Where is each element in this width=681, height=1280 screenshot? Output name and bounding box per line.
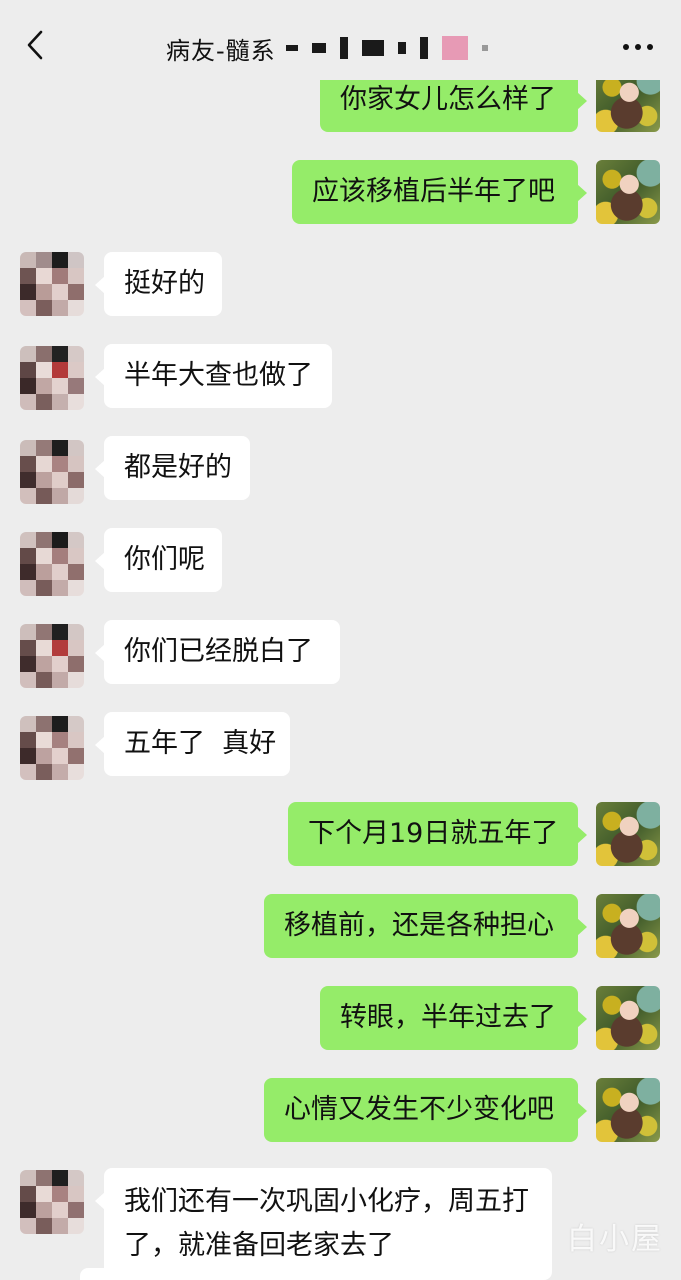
- chat-title-area: 病友-髓系: [166, 30, 488, 66]
- message-bubble-received[interactable]: 五年了 真好: [95, 712, 290, 776]
- watermark: 白小屋: [567, 1222, 663, 1257]
- message-bubble-received[interactable]: 挺好的: [95, 252, 222, 316]
- message-bubble-sent[interactable]: 应该移植后半年了吧: [292, 160, 587, 224]
- message-bubble-received[interactable]: 你们已经脱白了: [95, 620, 340, 684]
- message-bubble-received[interactable]: 你们呢: [95, 528, 222, 592]
- my-avatar[interactable]: [596, 1078, 660, 1142]
- more-dots-icon: [623, 44, 629, 50]
- contact-avatar[interactable]: [20, 532, 84, 596]
- message-bubble-sent[interactable]: 转眼，半年过去了: [320, 986, 587, 1050]
- contact-avatar[interactable]: [20, 624, 84, 688]
- my-avatar[interactable]: [596, 894, 660, 958]
- my-avatar[interactable]: [596, 160, 660, 224]
- message-list: 你家女儿怎么样了 应该移植后半年了吧 挺好的 半年大查也做了 都是好的 你们呢: [0, 0, 681, 1280]
- chat-title: 病友-髓系: [166, 36, 276, 65]
- message-bubble-sent[interactable]: 移植前，还是各种担心: [264, 894, 587, 958]
- message-bubble-received[interactable]: 都是好的: [95, 436, 250, 500]
- my-avatar[interactable]: [596, 802, 660, 866]
- message-bubble-sent[interactable]: 心情又发生不少变化吧: [264, 1078, 587, 1142]
- message-bubble-sent[interactable]: 下个月19日就五年了: [288, 802, 587, 866]
- back-button[interactable]: [22, 28, 48, 62]
- contact-avatar[interactable]: [20, 1170, 84, 1234]
- message-bubble-received[interactable]: 半年大查也做了: [95, 344, 332, 408]
- my-avatar[interactable]: [596, 986, 660, 1050]
- partial-message-bubble: [80, 1268, 440, 1280]
- contact-avatar[interactable]: [20, 440, 84, 504]
- message-bubble-received[interactable]: 我们还有一次巩固小化疗，周五打了，就准备回老家去了: [95, 1168, 552, 1280]
- chevron-left-icon: [27, 30, 43, 60]
- contact-avatar[interactable]: [20, 716, 84, 780]
- chat-header: 病友-髓系: [0, 0, 681, 80]
- contact-avatar[interactable]: [20, 346, 84, 410]
- contact-avatar[interactable]: [20, 252, 84, 316]
- more-button[interactable]: [623, 44, 653, 50]
- redacted-title-area: [285, 33, 488, 63]
